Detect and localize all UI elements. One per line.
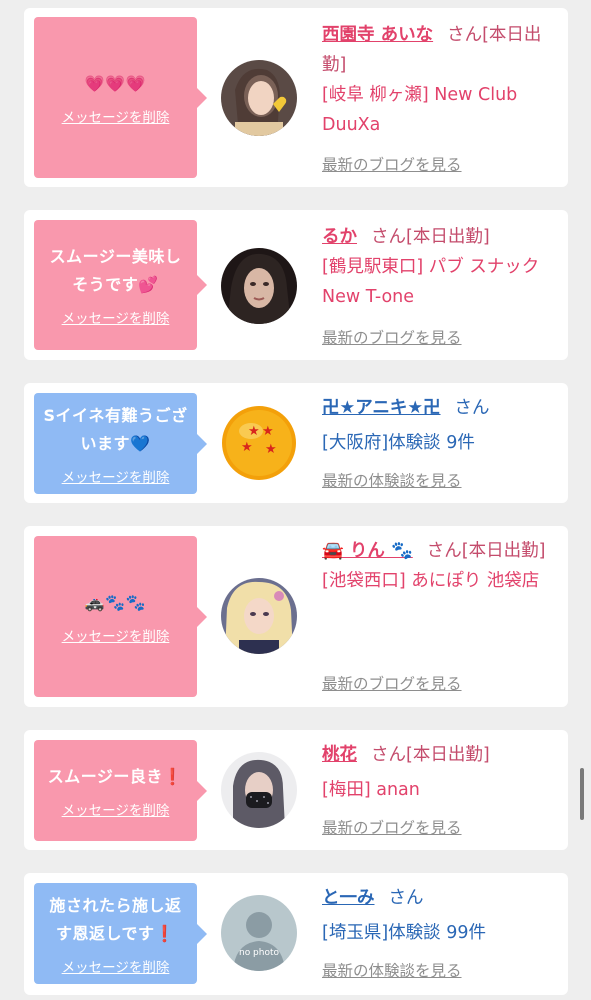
message-card: 施されたら施し返す恩返しです❗️ メッセージを削除 no photo と一み さん… [24,873,568,995]
sender-info: 🚘 りん 🐾 さん[本日出勤] [池袋西口] あにぽり 池袋店 [322,536,560,596]
message-card: 💗💗💗 メッセージを削除 西園寺 あいな さん[本日出勤] [岐阜 柳ヶ瀬] Ne… [24,8,568,187]
avatar[interactable] [221,752,297,828]
latest-experience-link[interactable]: 最新の体験談を見る [322,469,462,491]
message-text: スムージー美味しそうです💕 [49,247,182,294]
message-bubble: スムージー良き❗️ メッセージを削除 [34,740,207,841]
honorific: さん [426,541,462,561]
work-status: [本日出勤] [406,745,490,765]
message-card: Sイイネ有難うございます💙 メッセージを削除 ★ ★ ★ ★ 卍★アニキ★卍 さん… [24,383,568,503]
latest-blog-link[interactable]: 最新のブログを見る [322,326,462,348]
avatar[interactable] [221,578,297,654]
sender-info: と一み さん [埼玉県]体験談 99件 [322,883,560,953]
svg-text:★: ★ [248,424,260,439]
shop-info: [大阪府]体験談 9件 [322,433,475,453]
honorific: さん [371,227,406,247]
latest-blog-link[interactable]: 最新のブログを見る [322,672,462,694]
sender-info: 卍★アニキ★卍 さん [大阪府]体験談 9件 [322,393,560,463]
sender-name-link[interactable]: 桃花 [322,745,357,765]
message-bubble: 💗💗💗 メッセージを削除 [34,17,207,178]
message-text: 🚓🐾🐾 [84,592,147,612]
delete-message-link[interactable]: メッセージを削除 [62,307,170,327]
work-status: [本日出勤] [406,227,490,247]
sender-info: 桃花 さん[本日出勤] [梅田] anan [322,740,560,810]
message-text: Sイイネ有難うございます💙 [43,405,188,453]
honorific: さん [371,745,406,765]
honorific: さん [388,888,424,908]
sender-name-link[interactable]: るか [322,227,357,247]
avatar[interactable]: ★ ★ ★ ★ [221,405,297,481]
shop-info: [梅田] anan [322,780,420,800]
no-photo-label: no photo [239,948,280,958]
message-bubble: 🚓🐾🐾 メッセージを削除 [34,536,207,697]
honorific: さん [447,25,483,45]
shop-info: [埼玉県]体験談 99件 [322,923,486,943]
sender-name-link[interactable]: 卍★アニキ★卍 [322,398,441,418]
sender-name-link[interactable]: と一み [322,888,375,908]
shop-info: [岐阜 柳ヶ瀬] New Club DuuXa [322,85,518,135]
scrollbar[interactable] [580,768,584,820]
message-bubble: スムージー美味しそうです💕 メッセージを削除 [34,220,207,350]
latest-experience-link[interactable]: 最新の体験談を見る [322,959,462,981]
message-text: スムージー良き❗️ [47,766,184,786]
shop-info: [鶴見駅東口] パブ スナック New T-one [322,257,540,307]
avatar[interactable] [221,248,297,324]
sender-name-link[interactable]: 西園寺 あいな [322,25,433,45]
message-text: 💗💗💗 [84,73,147,93]
delete-message-link[interactable]: メッセージを削除 [62,799,170,819]
sender-info: るか さん[本日出勤] [鶴見駅東口] パブ スナック New T-one [322,222,560,312]
work-status: [本日出勤] [461,541,546,561]
latest-blog-link[interactable]: 最新のブログを見る [322,153,462,175]
shop-info: [池袋西口] あにぽり 池袋店 [322,571,540,591]
delete-message-link[interactable]: メッセージを削除 [62,956,170,976]
avatar[interactable] [221,60,297,136]
svg-text:★: ★ [265,442,277,457]
message-bubble: Sイイネ有難うございます💙 メッセージを削除 [34,393,207,494]
avatar[interactable]: no photo [221,895,297,971]
delete-message-link[interactable]: メッセージを削除 [62,466,170,486]
sender-info: 西園寺 あいな さん[本日出勤] [岐阜 柳ヶ瀬] New Club DuuXa [322,20,560,140]
delete-message-link[interactable]: メッセージを削除 [62,106,170,126]
message-card: スムージー美味しそうです💕 メッセージを削除 るか さん[本日出勤] [鶴見駅東口… [24,210,568,360]
message-card: スムージー良き❗️ メッセージを削除 桃花 さん[本日出勤] [梅田] anan … [24,730,568,850]
latest-blog-link[interactable]: 最新のブログを見る [322,816,462,838]
svg-text:★: ★ [262,424,274,439]
honorific: さん [454,398,490,418]
svg-text:★: ★ [241,440,253,455]
sender-name-link[interactable]: 🚘 りん 🐾 [322,541,413,561]
delete-message-link[interactable]: メッセージを削除 [62,625,170,645]
message-text: 施されたら施し返す恩返しです❗️ [49,895,182,943]
message-card: 🚓🐾🐾 メッセージを削除 🚘 りん 🐾 さん[本日出勤] [池袋西口] あにぽり … [24,526,568,707]
message-bubble: 施されたら施し返す恩返しです❗️ メッセージを削除 [34,883,207,984]
